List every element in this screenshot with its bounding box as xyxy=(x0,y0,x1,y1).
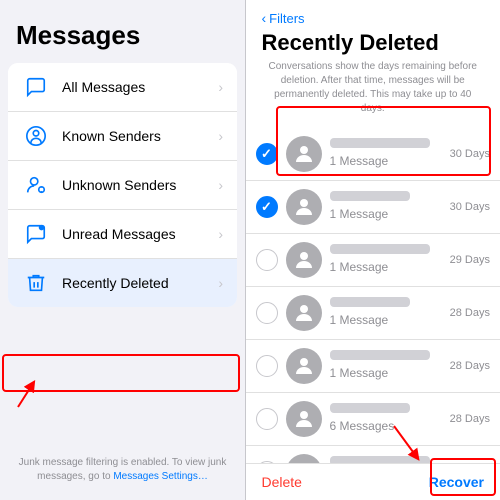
chevron-icon: › xyxy=(218,177,223,193)
days-label-3: 28 Days xyxy=(450,307,490,319)
days-label-4: 28 Days xyxy=(450,360,490,372)
check-circle-2[interactable] xyxy=(256,249,278,271)
message-row-0[interactable]: 1 Message 30 Days xyxy=(246,128,500,181)
left-footer: Junk message filtering is enabled. To vi… xyxy=(0,456,245,484)
menu-item-all[interactable]: All Messages › xyxy=(8,63,237,112)
back-chevron-icon: ‹ xyxy=(262,10,267,26)
menu-label-unread: Unread Messages xyxy=(62,226,218,242)
message-count-5: 6 Messages xyxy=(330,419,395,433)
sender-bar-0 xyxy=(330,138,430,148)
avatar-1 xyxy=(286,189,322,225)
message-count-2: 1 Message xyxy=(330,260,389,274)
left-panel: Messages All Messages › Known Senders › xyxy=(0,0,245,500)
menu-list: All Messages › Known Senders › xyxy=(8,63,237,307)
message-count-4: 1 Message xyxy=(330,366,389,380)
check-circle-3[interactable] xyxy=(256,302,278,324)
chevron-icon: › xyxy=(218,128,223,144)
menu-item-deleted[interactable]: Recently Deleted › xyxy=(8,259,237,307)
back-link[interactable]: ‹ Filters xyxy=(262,10,485,26)
menu-item-known[interactable]: Known Senders › xyxy=(8,112,237,161)
sender-bar-1 xyxy=(330,191,410,201)
right-panel: ‹ Filters Recently Deleted Conversations… xyxy=(246,0,500,500)
menu-label-all: All Messages xyxy=(62,79,218,95)
days-label-1: 30 Days xyxy=(450,201,490,213)
message-count-1: 1 Message xyxy=(330,207,389,221)
avatar-0 xyxy=(286,136,322,172)
right-title: Recently Deleted xyxy=(262,30,485,56)
message-content-2: 1 Message xyxy=(330,244,444,276)
message-row-6[interactable]: 1 Message 28 Days xyxy=(246,446,500,463)
days-label-0: 30 Days xyxy=(450,148,490,160)
days-label-5: 28 Days xyxy=(450,413,490,425)
message-row-2[interactable]: 1 Message 29 Days xyxy=(246,234,500,287)
back-label: Filters xyxy=(269,11,304,26)
message-row-5[interactable]: 6 Messages 28 Days xyxy=(246,393,500,446)
message-row-1[interactable]: 1 Message 30 Days xyxy=(246,181,500,234)
message-content-5: 6 Messages xyxy=(330,403,444,435)
check-circle-1[interactable] xyxy=(256,196,278,218)
arrow-annotation xyxy=(10,377,46,418)
message-row-3[interactable]: 1 Message 28 Days xyxy=(246,287,500,340)
message-content-6: 1 Message xyxy=(330,456,444,463)
menu-label-known: Known Senders xyxy=(62,128,218,144)
message-row-4[interactable]: 1 Message 28 Days xyxy=(246,340,500,393)
trash-icon xyxy=(22,269,50,297)
message-content-3: 1 Message xyxy=(330,297,444,329)
avatar-6 xyxy=(286,454,322,463)
right-subtitle: Conversations show the days remaining be… xyxy=(262,60,485,116)
person-badge-icon xyxy=(22,171,50,199)
check-circle-5[interactable] xyxy=(256,408,278,430)
menu-label-unknown: Unknown Senders xyxy=(62,177,218,193)
message-content-0: 1 Message xyxy=(330,138,444,170)
highlight-deleted xyxy=(2,354,240,392)
check-circle-0[interactable] xyxy=(256,143,278,165)
right-footer: Delete Recover xyxy=(246,463,500,500)
delete-button[interactable]: Delete xyxy=(262,474,302,490)
chevron-icon: › xyxy=(218,275,223,291)
check-circle-6[interactable] xyxy=(256,461,278,463)
avatar-4 xyxy=(286,348,322,384)
message-unread-icon xyxy=(22,220,50,248)
check-circle-4[interactable] xyxy=(256,355,278,377)
messages-list: 1 Message 30 Days 1 Message 30 Days xyxy=(246,128,500,463)
message-icon xyxy=(22,73,50,101)
menu-item-unknown[interactable]: Unknown Senders › xyxy=(8,161,237,210)
sender-bar-5 xyxy=(330,403,410,413)
right-header: ‹ Filters Recently Deleted Conversations… xyxy=(246,0,500,128)
avatar-2 xyxy=(286,242,322,278)
messages-settings-link[interactable]: Messages Settings… xyxy=(113,471,208,482)
days-label-2: 29 Days xyxy=(450,254,490,266)
message-content-1: 1 Message xyxy=(330,191,444,223)
person-circle-icon xyxy=(22,122,50,150)
sender-bar-6 xyxy=(330,456,430,463)
avatar-5 xyxy=(286,401,322,437)
menu-label-deleted: Recently Deleted xyxy=(62,275,218,291)
recover-button[interactable]: Recover xyxy=(429,474,484,490)
avatar-3 xyxy=(286,295,322,331)
message-count-3: 1 Message xyxy=(330,313,389,327)
menu-item-unread[interactable]: Unread Messages › xyxy=(8,210,237,259)
sender-bar-2 xyxy=(330,244,430,254)
message-content-4: 1 Message xyxy=(330,350,444,382)
sender-bar-4 xyxy=(330,350,430,360)
sender-bar-3 xyxy=(330,297,410,307)
left-title: Messages xyxy=(0,20,245,63)
chevron-icon: › xyxy=(218,79,223,95)
message-count-0: 1 Message xyxy=(330,154,389,168)
chevron-icon: › xyxy=(218,226,223,242)
